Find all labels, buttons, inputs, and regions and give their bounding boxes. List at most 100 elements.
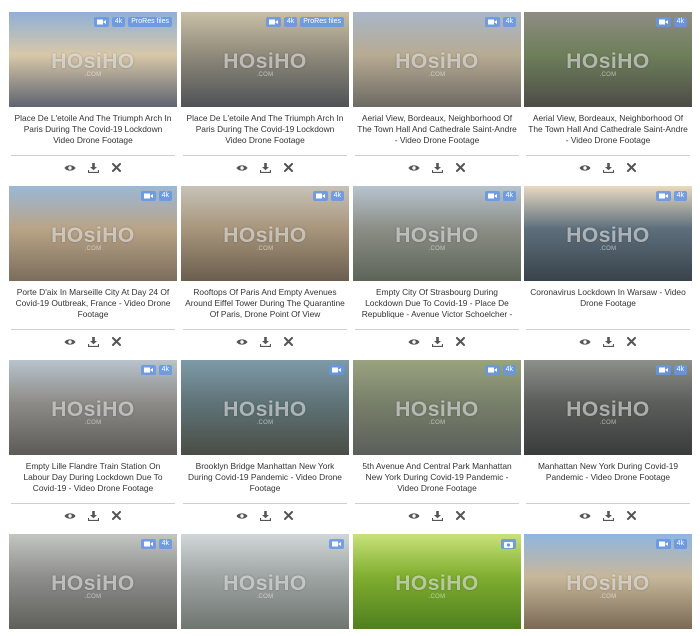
eye-icon[interactable] <box>408 510 421 521</box>
video-card[interactable]: HOsiHO .COM 4k <box>524 534 692 629</box>
download-icon[interactable] <box>602 162 615 173</box>
close-icon[interactable] <box>110 510 123 521</box>
video-card[interactable]: HOsiHO .COM 4k Aerial View, Bordeaux, Neigh… <box>524 12 692 173</box>
video-card[interactable]: HOsiHO .COM 4k Manhattan New York During Co… <box>524 360 692 521</box>
video-card[interactable]: HOsiHO .COM 4k Porte D'aix In Marseille Cit… <box>9 186 177 347</box>
close-icon[interactable] <box>454 510 467 521</box>
eye-icon[interactable] <box>408 162 421 173</box>
video-camera-icon <box>329 365 344 375</box>
close-icon[interactable] <box>110 162 123 173</box>
download-icon[interactable] <box>602 336 615 347</box>
video-card[interactable]: HOsiHO .COM 4k Rooftops Of Paris And Empty … <box>181 186 349 347</box>
video-camera-icon <box>93 17 109 27</box>
close-icon[interactable] <box>625 510 638 521</box>
video-card[interactable]: HOsiHO .COM <box>181 534 349 629</box>
download-icon[interactable] <box>431 162 444 173</box>
eye-icon[interactable] <box>236 336 249 347</box>
video-title[interactable]: Empty Lille Flandre Train Station On Lab… <box>9 461 177 497</box>
download-icon[interactable] <box>259 336 272 347</box>
eye-icon[interactable] <box>579 510 592 521</box>
watermark-sub: .COM <box>599 594 617 600</box>
download-icon[interactable] <box>602 510 615 521</box>
download-icon[interactable] <box>259 162 272 173</box>
download-icon[interactable] <box>87 510 100 521</box>
eye-icon[interactable] <box>579 336 592 347</box>
resolution-badge: 4k <box>502 191 516 201</box>
download-icon[interactable] <box>259 510 272 521</box>
watermark: HOsiHO <box>566 50 650 73</box>
eye-icon[interactable] <box>236 162 249 173</box>
eye-icon[interactable] <box>579 162 592 173</box>
resolution-badge: 4k <box>673 191 687 201</box>
video-thumbnail[interactable]: HOsiHO .COM 4k <box>524 12 692 107</box>
video-thumbnail[interactable]: HOsiHO .COM 4k <box>9 360 177 455</box>
video-card[interactable]: HOsiHO .COM 4k 5th Avenue And Central Park … <box>353 360 521 521</box>
close-icon[interactable] <box>625 336 638 347</box>
video-thumbnail[interactable]: HOsiHO .COM 4k <box>9 534 177 629</box>
video-title[interactable]: Empty City Of Strasbourg During Lockdown… <box>353 287 521 323</box>
video-thumbnail[interactable]: HOsiHO .COM <box>181 534 349 629</box>
video-title[interactable]: Porte D'aix In Marseille City At Day 24 … <box>9 287 177 323</box>
video-card[interactable]: HOsiHO .COM 4k Coronavirus Lockdown In Wars… <box>524 186 692 347</box>
video-thumbnail[interactable]: HOsiHO .COM 4k <box>524 360 692 455</box>
video-thumbnail[interactable]: HOsiHO .COM <box>353 534 521 629</box>
video-title[interactable]: Rooftops Of Paris And Empty Avenues Arou… <box>181 287 349 323</box>
close-icon[interactable] <box>454 336 467 347</box>
resolution-badge: 4k <box>158 539 172 549</box>
close-icon[interactable] <box>625 162 638 173</box>
video-card[interactable]: HOsiHO .COM 4k ProRes files Place De L'etoil… <box>9 12 177 173</box>
video-card[interactable]: HOsiHO .COM Brooklyn Bridge Manhattan New … <box>181 360 349 521</box>
watermark: HOsiHO <box>395 572 479 595</box>
video-thumbnail[interactable]: HOsiHO .COM 4k <box>353 12 521 107</box>
video-thumbnail[interactable]: HOsiHO .COM <box>181 360 349 455</box>
close-icon[interactable] <box>282 162 295 173</box>
eye-icon[interactable] <box>64 162 77 173</box>
resolution-badge: 4k <box>673 365 687 375</box>
video-card[interactable]: HOsiHO .COM 4k <box>9 534 177 629</box>
video-thumbnail[interactable]: HOsiHO .COM 4k <box>524 186 692 281</box>
video-title[interactable]: Coronavirus Lockdown In Warsaw - Video D… <box>524 287 692 323</box>
close-icon[interactable] <box>282 336 295 347</box>
watermark-sub: .COM <box>599 246 617 252</box>
video-title[interactable]: Manhattan New York During Covid-19 Pande… <box>524 461 692 497</box>
video-thumbnail[interactable]: HOsiHO .COM 4k <box>353 186 521 281</box>
eye-icon[interactable] <box>408 336 421 347</box>
card-actions <box>524 510 692 521</box>
download-icon[interactable] <box>431 336 444 347</box>
video-title[interactable]: Place De L'etoile And The Triumph Arch I… <box>181 113 349 149</box>
badge-group: 4k <box>655 17 687 27</box>
video-thumbnail[interactable]: HOsiHO .COM 4k <box>9 186 177 281</box>
card-actions <box>9 162 177 173</box>
video-thumbnail[interactable]: HOsiHO .COM 4k ProRes files <box>181 12 349 107</box>
video-card[interactable]: HOsiHO .COM 4k ProRes files Place De L'etoil… <box>181 12 349 173</box>
video-thumbnail[interactable]: HOsiHO .COM 4k <box>181 186 349 281</box>
video-title[interactable]: Aerial View, Bordeaux, Neighborhood Of T… <box>524 113 692 149</box>
card-actions <box>181 162 349 173</box>
download-icon[interactable] <box>431 510 444 521</box>
video-card[interactable]: HOsiHO .COM 4k Empty City Of Strasbourg Dur… <box>353 186 521 347</box>
eye-icon[interactable] <box>236 510 249 521</box>
eye-icon[interactable] <box>64 510 77 521</box>
badge-group: 4k <box>484 191 516 201</box>
watermark-sub: .COM <box>84 246 102 252</box>
close-icon[interactable] <box>282 510 295 521</box>
video-card[interactable]: HOsiHO .COM 4k Empty Lille Flandre Train St… <box>9 360 177 521</box>
video-camera-icon <box>484 17 500 27</box>
video-thumbnail[interactable]: HOsiHO .COM 4k <box>524 534 692 629</box>
close-icon[interactable] <box>110 336 123 347</box>
card-actions <box>353 162 521 173</box>
download-icon[interactable] <box>87 162 100 173</box>
video-title[interactable]: Brooklyn Bridge Manhattan New York Durin… <box>181 461 349 497</box>
video-title[interactable]: Aerial View, Bordeaux, Neighborhood Of T… <box>353 113 521 149</box>
video-title[interactable]: 5th Avenue And Central Park Manhattan Ne… <box>353 461 521 497</box>
card-actions <box>181 336 349 347</box>
eye-icon[interactable] <box>64 336 77 347</box>
video-thumbnail[interactable]: HOsiHO .COM 4k <box>353 360 521 455</box>
video-card[interactable]: HOsiHO .COM 4k Aerial View, Bordeaux, Neigh… <box>353 12 521 173</box>
download-icon[interactable] <box>87 336 100 347</box>
video-card[interactable]: HOsiHO .COM <box>353 534 521 629</box>
video-title[interactable]: Place De L'etoile And The Triumph Arch I… <box>9 113 177 149</box>
close-icon[interactable] <box>454 162 467 173</box>
video-thumbnail[interactable]: HOsiHO .COM 4k ProRes files <box>9 12 177 107</box>
card-actions <box>524 336 692 347</box>
